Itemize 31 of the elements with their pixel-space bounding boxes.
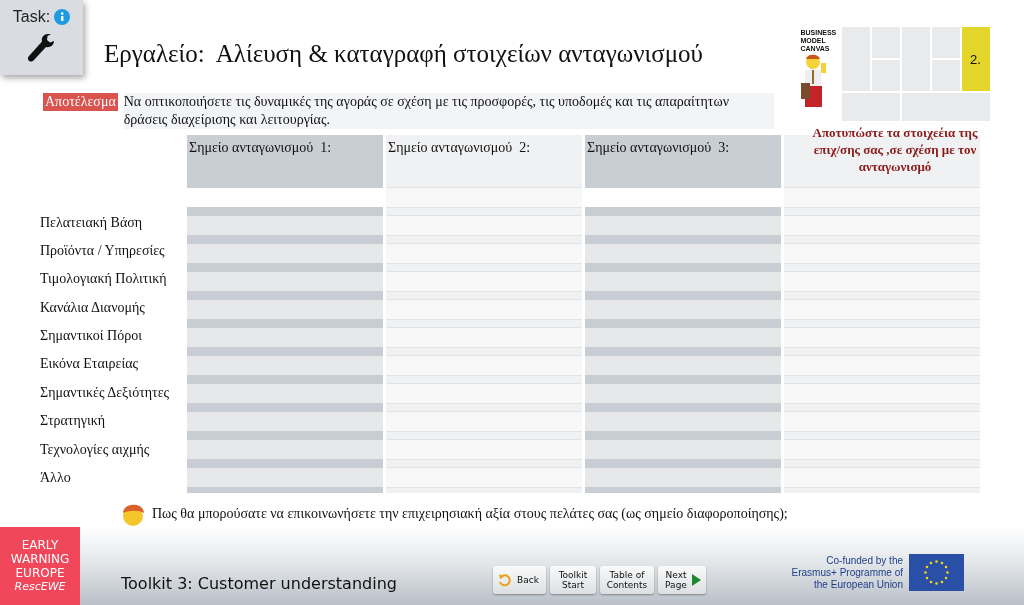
logo-text: RescEWE [14, 580, 66, 594]
column-header: Σημείο ανταγωνισμού 2: [387, 139, 532, 158]
row-label: Άλλο [40, 469, 72, 488]
column-header: Σημείο ανταγωνισμού 3: [586, 139, 731, 158]
logo-text: EUROPE [15, 566, 65, 580]
row-label: Προϊόντα / Υπηρεσίες [40, 241, 166, 260]
canvas-block-number: 2. [961, 27, 990, 92]
row-label: Εικόνα Εταιρείας [40, 355, 140, 374]
row-label: Σημαντικές Δεξιότητες [40, 383, 171, 402]
canvas-note: Αποτυπώστε τα στοιχεέια της επιχ/σης σας ,σε σχέση με τον ανταγωνισμό [811, 124, 979, 175]
row-label: Τιμολογιακή Πολιτική [40, 270, 168, 289]
page-title: Εργαλείο: Αλίευση & καταγραφή στοιχείων ανταγωνισμού [104, 40, 703, 68]
question-text: Πως θα μπορούσατε να επικοινωνήσετε την επιχειρησιακή αξία στους πελάτες σας (ως σημείο διαφοροποίησης); [152, 506, 788, 522]
row-label: Σημαντικοί Πόροι [40, 327, 143, 346]
logo-text: EARLY [21, 538, 59, 552]
row-label: Πελατειακή Βάση [40, 213, 144, 232]
row-label: Στρατηγική [40, 412, 107, 431]
funding-text: Co-funded by the Erasmus+ Programme of the European Union [790, 555, 903, 591]
column-header: Σημείο ανταγωνισμού 1: [188, 139, 333, 158]
row-label: Τεχνολογίες αιχμής [40, 440, 151, 459]
nav-button[interactable]: Toolkit Start [550, 566, 596, 594]
result-tag: Αποτέλεσμα [43, 92, 118, 111]
task-card[interactable]: Task: [0, 0, 83, 75]
back-button[interactable]: Back [493, 566, 546, 594]
row-label: Κανάλια Διανομής [40, 298, 146, 317]
next-button[interactable]: Next Page [658, 566, 706, 594]
toolkit-title: Toolkit 3: Customer understanding [121, 574, 398, 593]
result-description: Να οπτικοποιήσετε τις δυναμικές της αγοράς σε σχέση με τις προσφορές, τις υποδομές και τις απαραίτητων δράσεις διαχείρισης και λειτουργίας. [123, 92, 774, 129]
logo-text: WARNING [10, 552, 70, 566]
nav-button[interactable]: Table of Contents [600, 566, 654, 594]
task-label: Task: [12, 8, 51, 26]
